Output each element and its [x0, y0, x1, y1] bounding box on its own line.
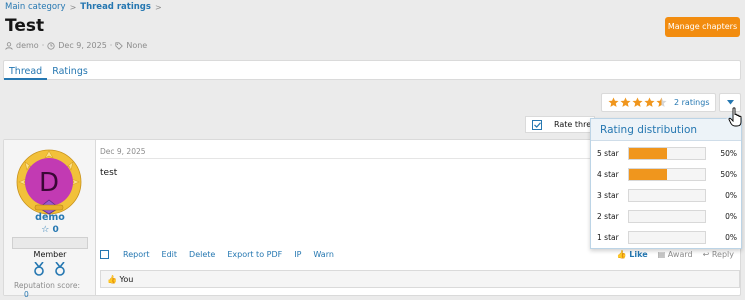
reactions-label[interactable]: You — [120, 275, 134, 284]
post-user-panel: D demo ☆ 0 Member Reputation score: 0 — [4, 140, 96, 299]
rate-thread-label[interactable]: Rate thread — [554, 120, 592, 129]
distribution-label: 3 star — [597, 190, 619, 200]
distribution-row: 4 star 50% — [597, 167, 737, 181]
distribution-row: 3 star 0% — [597, 188, 737, 202]
rating-stars — [608, 97, 667, 108]
like-button[interactable]: 👍 Like — [617, 250, 648, 259]
distribution-label: 5 star — [597, 148, 619, 158]
trophy-list — [33, 262, 66, 276]
breadcrumb-separator: > — [154, 2, 162, 12]
thread-meta: demo · Dec 9, 2025 · None — [5, 41, 147, 50]
star-icon — [608, 97, 619, 107]
hand-cursor-icon — [728, 107, 742, 127]
star-icon — [620, 97, 631, 107]
reputation-score: Reputation score: 0 — [14, 281, 95, 299]
breadcrumb-item-thread-ratings[interactable]: Thread ratings — [80, 2, 151, 12]
post-actions-right: 👍 Like ▤ Award ↩ Reply — [617, 250, 734, 259]
medal-icon[interactable] — [33, 262, 45, 276]
avatar[interactable]: D — [15, 148, 83, 216]
reputation-label: Reputation score: — [14, 281, 80, 290]
award-button[interactable]: ▤ Award — [658, 250, 693, 259]
thread-date[interactable]: Dec 9, 2025 — [58, 41, 107, 50]
post-username[interactable]: demo — [4, 212, 96, 223]
rating-distribution-popup: Rating distribution 5 star 50% 4 star 50… — [590, 113, 742, 249]
avatar-initial: D — [39, 168, 59, 198]
reply-button[interactable]: ↩ Reply — [703, 250, 734, 259]
reputation-value[interactable]: 0 — [24, 290, 29, 299]
ip-link[interactable]: IP — [294, 250, 301, 259]
thread-tags: None — [126, 41, 148, 50]
like-label: Like — [629, 250, 648, 259]
distribution-row: 2 star 0% — [597, 209, 737, 223]
reactions-bar[interactable]: 👍 You — [100, 270, 740, 288]
select-post-checkbox[interactable] — [100, 250, 109, 259]
tag-icon — [115, 41, 124, 50]
manage-chapters-button[interactable]: Manage chapters — [665, 17, 740, 37]
tab-ratings[interactable]: Ratings — [47, 61, 93, 80]
star-icon — [644, 97, 655, 107]
ratings-count-link[interactable]: 2 ratings — [674, 98, 710, 107]
user-banner — [12, 237, 88, 249]
breadcrumb: Main category > Thread ratings > — [5, 2, 162, 12]
user-icon — [5, 41, 13, 50]
distribution-percent: 0% — [725, 190, 737, 200]
post-date[interactable]: Dec 9, 2025 — [100, 147, 146, 156]
checkbox-icon[interactable] — [532, 119, 542, 130]
clock-icon — [47, 41, 55, 50]
award-label: Award — [667, 250, 693, 259]
distribution-bar — [628, 230, 706, 244]
warn-link[interactable]: Warn — [313, 250, 334, 259]
distribution-label: 1 star — [597, 232, 619, 242]
delete-link[interactable]: Delete — [189, 250, 215, 259]
post-body: test — [100, 168, 118, 178]
distribution-bar — [628, 209, 706, 223]
distribution-bar — [628, 146, 706, 160]
distribution-label: 4 star — [597, 169, 619, 179]
page-title: Test — [5, 16, 45, 36]
edit-link[interactable]: Edit — [162, 250, 178, 259]
distribution-row: 1 star 0% — [597, 230, 737, 244]
award-icon: ▤ — [657, 250, 666, 259]
distribution-bar — [628, 167, 706, 181]
report-link[interactable]: Report — [123, 250, 150, 259]
reply-label: Reply — [711, 250, 734, 259]
distribution-label: 2 star — [597, 211, 619, 221]
distribution-fill — [629, 147, 667, 159]
thread-author[interactable]: demo — [16, 41, 39, 50]
tab-thread[interactable]: Thread — [4, 61, 48, 80]
star-outline-icon: ☆ — [41, 225, 50, 235]
chevron-down-icon — [726, 100, 734, 105]
export-pdf-link[interactable]: Export to PDF — [227, 250, 282, 259]
distribution-percent: 0% — [725, 211, 737, 221]
rating-summary[interactable]: 2 ratings — [601, 93, 716, 112]
breadcrumb-item-main-category[interactable]: Main category — [5, 2, 66, 12]
thread-tabs: Thread Ratings — [3, 60, 741, 80]
star-icon — [656, 97, 667, 107]
medal-icon[interactable] — [54, 262, 66, 276]
star-icon — [632, 97, 643, 107]
breadcrumb-separator: > — [69, 2, 77, 12]
distribution-bar — [628, 188, 706, 202]
distribution-percent: 50% — [720, 169, 737, 179]
thumbs-up-icon: 👍 — [616, 250, 627, 259]
distribution-fill — [629, 168, 667, 180]
user-score-value: 0 — [52, 225, 59, 235]
user-score: ☆ 0 — [4, 225, 96, 235]
post-actions: Report Edit Delete Export to PDF IP Warn — [100, 250, 334, 259]
rate-thread-bar[interactable]: Rate thread — [525, 116, 595, 133]
reply-icon: ↩ — [702, 250, 710, 259]
thumbs-up-icon: 👍 — [107, 275, 117, 284]
rating-distribution-title: Rating distribution — [591, 119, 741, 141]
distribution-row: 5 star 50% — [597, 146, 737, 160]
user-title: Member — [33, 250, 67, 259]
distribution-percent: 50% — [720, 148, 737, 158]
distribution-percent: 0% — [725, 232, 737, 242]
